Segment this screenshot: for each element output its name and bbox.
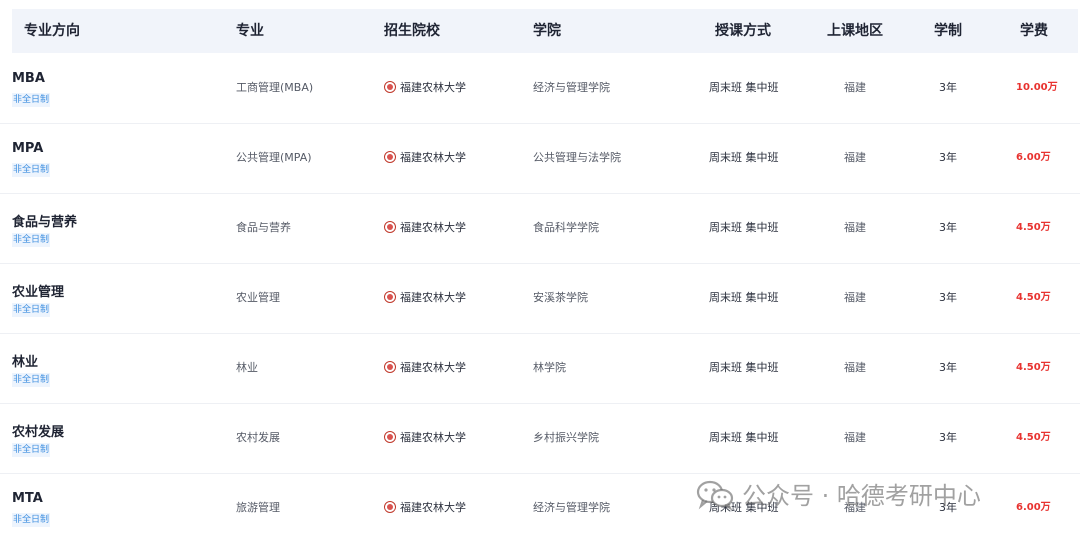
region-cell: 福建 xyxy=(844,361,866,374)
teaching-mode-cell: 周末班 集中班 xyxy=(709,291,779,304)
college-cell: 林学院 xyxy=(533,361,566,374)
major-cell: 工商管理(MBA) xyxy=(236,81,314,94)
school-cell: 福建农林大学 xyxy=(384,333,466,403)
school-name: 福建农林大学 xyxy=(400,81,466,94)
direction-title: 农村发展 xyxy=(12,425,65,440)
major-cell: 农业管理 xyxy=(236,291,280,304)
teaching-mode-cell: 周末班 集中班 xyxy=(709,151,779,164)
major-cell: 林业 xyxy=(236,361,258,374)
years-cell: 3年 xyxy=(939,81,957,94)
study-mode-badge: 非全日制 xyxy=(12,163,51,177)
header-fee: 学费 xyxy=(1020,23,1048,39)
school-cell: 福建农林大学 xyxy=(384,123,466,193)
college-cell: 食品科学学院 xyxy=(533,221,599,234)
region-cell: 福建 xyxy=(844,431,866,444)
college-cell: 经济与管理学院 xyxy=(533,501,610,514)
direction-title: 农业管理 xyxy=(12,285,65,300)
college-cell: 安溪茶学院 xyxy=(533,291,588,304)
fee-cell: 4.50万 xyxy=(1016,222,1051,233)
header-region: 上课地区 xyxy=(827,23,883,39)
school-name: 福建农林大学 xyxy=(400,501,466,514)
watermark-text: 公众号 · 哈德考研中心 xyxy=(742,482,981,510)
school-name: 福建农林大学 xyxy=(400,151,466,164)
wechat-watermark: 公众号 · 哈德考研中心 xyxy=(696,476,981,516)
wechat-icon xyxy=(696,480,734,511)
school-cell: 福建农林大学 xyxy=(384,403,466,473)
college-cell: 经济与管理学院 xyxy=(533,81,610,94)
direction-title: 林业 xyxy=(12,355,39,370)
university-logo-icon xyxy=(384,501,396,513)
university-logo-icon xyxy=(384,431,396,443)
years-cell: 3年 xyxy=(939,151,957,164)
header-years: 学制 xyxy=(934,23,962,39)
school-cell: 福建农林大学 xyxy=(384,263,466,333)
fee-cell: 10.00万 xyxy=(1016,82,1058,93)
study-mode-badge: 非全日制 xyxy=(12,513,51,527)
region-cell: 福建 xyxy=(844,81,866,94)
region-cell: 福建 xyxy=(844,221,866,234)
table-row[interactable]: 农村发展 非全日制 农村发展 福建农林大学 乡村振兴学院 周末班 集中班 福建 … xyxy=(0,403,1080,474)
study-mode-badge: 非全日制 xyxy=(12,373,51,387)
fee-cell: 4.50万 xyxy=(1016,362,1051,373)
university-logo-icon xyxy=(384,291,396,303)
study-mode-badge: 非全日制 xyxy=(12,443,51,457)
teaching-mode-cell: 周末班 集中班 xyxy=(709,81,779,94)
fee-cell: 6.00万 xyxy=(1016,152,1051,163)
college-cell: 乡村振兴学院 xyxy=(533,431,599,444)
major-cell: 公共管理(MPA) xyxy=(236,151,312,164)
table-row[interactable]: 食品与营养 非全日制 食品与营养 福建农林大学 食品科学学院 周末班 集中班 福… xyxy=(0,193,1080,264)
table-row[interactable]: MPA 非全日制 公共管理(MPA) 福建农林大学 公共管理与法学院 周末班 集… xyxy=(0,123,1080,194)
teaching-mode-cell: 周末班 集中班 xyxy=(709,431,779,444)
university-logo-icon xyxy=(384,81,396,93)
fee-cell: 6.00万 xyxy=(1016,502,1051,513)
school-cell: 福建农林大学 xyxy=(384,193,466,263)
table-row[interactable]: 农业管理 非全日制 农业管理 福建农林大学 安溪茶学院 周末班 集中班 福建 3… xyxy=(0,263,1080,334)
school-cell: 福建农林大学 xyxy=(384,53,466,123)
direction-title: 食品与营养 xyxy=(12,215,78,230)
school-name: 福建农林大学 xyxy=(400,291,466,304)
direction-title: MPA xyxy=(12,141,44,156)
school-name: 福建农林大学 xyxy=(400,221,466,234)
years-cell: 3年 xyxy=(939,291,957,304)
table-row[interactable]: 林业 非全日制 林业 福建农林大学 林学院 周末班 集中班 福建 3年 4.50… xyxy=(0,333,1080,404)
table-header: 专业方向 专业 招生院校 学院 授课方式 上课地区 学制 学费 xyxy=(12,9,1078,53)
header-mode: 授课方式 xyxy=(715,23,771,39)
years-cell: 3年 xyxy=(939,431,957,444)
table-row[interactable]: MBA 非全日制 工商管理(MBA) 福建农林大学 经济与管理学院 周末班 集中… xyxy=(0,53,1080,124)
teaching-mode-cell: 周末班 集中班 xyxy=(709,221,779,234)
years-cell: 3年 xyxy=(939,221,957,234)
study-mode-badge: 非全日制 xyxy=(12,303,51,317)
major-cell: 食品与营养 xyxy=(236,221,291,234)
school-cell: 福建农林大学 xyxy=(384,473,466,543)
fee-cell: 4.50万 xyxy=(1016,292,1051,303)
study-mode-badge: 非全日制 xyxy=(12,93,51,107)
years-cell: 3年 xyxy=(939,361,957,374)
study-mode-badge: 非全日制 xyxy=(12,233,51,247)
header-direction: 专业方向 xyxy=(24,23,80,39)
region-cell: 福建 xyxy=(844,151,866,164)
teaching-mode-cell: 周末班 集中班 xyxy=(709,361,779,374)
header-college: 学院 xyxy=(533,23,561,39)
university-logo-icon xyxy=(384,221,396,233)
major-cell: 农村发展 xyxy=(236,431,280,444)
university-logo-icon xyxy=(384,361,396,373)
direction-title: MBA xyxy=(12,71,45,86)
direction-title: MTA xyxy=(12,491,43,506)
school-name: 福建农林大学 xyxy=(400,361,466,374)
college-cell: 公共管理与法学院 xyxy=(533,151,621,164)
region-cell: 福建 xyxy=(844,291,866,304)
university-logo-icon xyxy=(384,151,396,163)
major-cell: 旅游管理 xyxy=(236,501,280,514)
header-school: 招生院校 xyxy=(384,23,440,39)
fee-cell: 4.50万 xyxy=(1016,432,1051,443)
school-name: 福建农林大学 xyxy=(400,431,466,444)
header-major: 专业 xyxy=(236,23,264,39)
